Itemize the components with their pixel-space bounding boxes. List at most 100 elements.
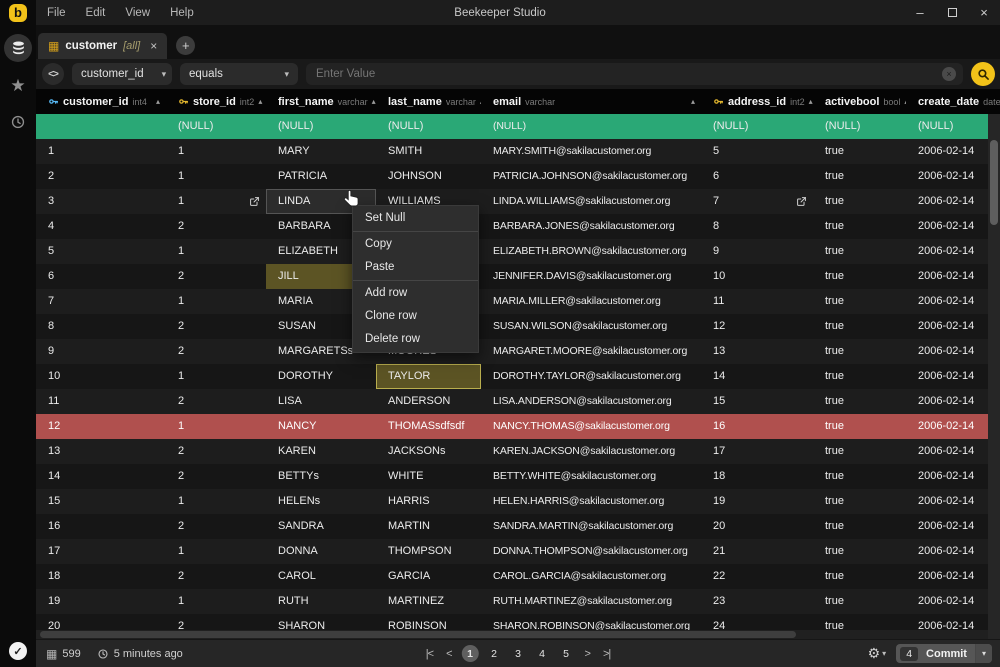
cell-first_name[interactable]: LISA — [266, 389, 376, 414]
cell-create_date[interactable]: 2006-02-14 — [906, 539, 1000, 564]
cell-address_id[interactable]: 19 — [701, 489, 813, 514]
cell-create_date[interactable]: 2006-02-14 — [906, 589, 1000, 614]
cell-store_id[interactable]: 1 — [166, 589, 266, 614]
cell-email[interactable]: LINDA.WILLIAMS@sakilacustomer.org — [481, 189, 701, 214]
cell-customer_id[interactable]: 18 — [36, 564, 166, 589]
expand-cell-icon[interactable] — [249, 196, 260, 207]
cell-first_name[interactable]: RUTH — [266, 589, 376, 614]
cell-email[interactable]: (NULL) — [481, 114, 701, 139]
cell-activebool[interactable]: true — [813, 414, 906, 439]
close-icon[interactable]: × — [968, 0, 1000, 25]
commit-button[interactable]: 4 Commit ▾ — [896, 644, 992, 663]
cell-store_id[interactable]: 1 — [166, 489, 266, 514]
cell-create_date[interactable]: 2006-02-14 — [906, 564, 1000, 589]
cell-last_name[interactable]: TAYLOR — [376, 364, 481, 389]
cell-email[interactable]: CAROL.GARCIA@sakilacustomer.org — [481, 564, 701, 589]
cell-store_id[interactable]: 2 — [166, 339, 266, 364]
cell-first_name[interactable]: DOROTHY — [266, 364, 376, 389]
cell-store_id[interactable]: 2 — [166, 314, 266, 339]
cell-store_id[interactable]: 2 — [166, 514, 266, 539]
cell-create_date[interactable]: 2006-02-14 — [906, 464, 1000, 489]
column-header-activebool[interactable]: activeboolbool▴ — [813, 89, 906, 114]
cell-address_id[interactable]: 16 — [701, 414, 813, 439]
cell-email[interactable]: HELEN.HARRIS@sakilacustomer.org — [481, 489, 701, 514]
page-button-2[interactable]: 2 — [486, 645, 503, 662]
page-button-4[interactable]: 4 — [534, 645, 551, 662]
cell-store_id[interactable]: 2 — [166, 264, 266, 289]
cell-activebool[interactable]: true — [813, 364, 906, 389]
column-header-email[interactable]: emailvarchar▴ — [481, 89, 701, 114]
cell-address_id[interactable]: 11 — [701, 289, 813, 314]
cell-address_id[interactable]: 5 — [701, 139, 813, 164]
prev-page-icon[interactable]: < — [443, 648, 454, 660]
cell-address_id[interactable]: 7 — [701, 189, 813, 214]
cell-create_date[interactable]: 2006-02-14 — [906, 239, 1000, 264]
cell-store_id[interactable]: 2 — [166, 439, 266, 464]
cell-create_date[interactable]: 2006-02-14 — [906, 439, 1000, 464]
cell-create_date[interactable]: 2006-02-14 — [906, 214, 1000, 239]
cell-address_id[interactable]: 9 — [701, 239, 813, 264]
tab-customer[interactable]: ▦ customer [all] × — [38, 33, 167, 59]
cell-activebool[interactable]: true — [813, 189, 906, 214]
page-button-1[interactable]: 1 — [462, 645, 479, 662]
cell-activebool[interactable]: true — [813, 339, 906, 364]
cell-address_id[interactable]: 8 — [701, 214, 813, 239]
cell-email[interactable]: BARBARA.JONES@sakilacustomer.org — [481, 214, 701, 239]
cell-store_id[interactable]: 2 — [166, 564, 266, 589]
cell-first_name[interactable]: MARY — [266, 139, 376, 164]
cell-first_name[interactable]: KAREN — [266, 439, 376, 464]
cell-first_name[interactable]: (NULL) — [266, 114, 376, 139]
cell-customer_id[interactable]: 15 — [36, 489, 166, 514]
sidebar-item-history[interactable] — [4, 108, 32, 136]
cell-email[interactable]: NANCY.THOMAS@sakilacustomer.org — [481, 414, 701, 439]
cell-create_date[interactable]: 2006-02-14 — [906, 189, 1000, 214]
sql-toggle-icon[interactable]: <> — [42, 63, 64, 85]
cell-customer_id[interactable]: 7 — [36, 289, 166, 314]
cell-customer_id[interactable]: 4 — [36, 214, 166, 239]
cell-store_id[interactable]: 2 — [166, 464, 266, 489]
filter-operator-select[interactable]: equals ▾ — [180, 63, 298, 85]
column-header-create_date[interactable]: create_datedate▴ — [906, 89, 1000, 114]
cell-address_id[interactable]: 23 — [701, 589, 813, 614]
cell-store_id[interactable]: 1 — [166, 164, 266, 189]
cell-create_date[interactable]: 2006-02-14 — [906, 514, 1000, 539]
cell-activebool[interactable]: true — [813, 539, 906, 564]
cell-email[interactable]: PATRICIA.JOHNSON@sakilacustomer.org — [481, 164, 701, 189]
cell-email[interactable]: JENNIFER.DAVIS@sakilacustomer.org — [481, 264, 701, 289]
cell-create_date[interactable]: 2006-02-14 — [906, 489, 1000, 514]
minimize-icon[interactable]: – — [904, 0, 936, 25]
cell-first_name[interactable]: BETTYs — [266, 464, 376, 489]
cell-email[interactable]: DOROTHY.TAYLOR@sakilacustomer.org — [481, 364, 701, 389]
cell-address_id[interactable]: 12 — [701, 314, 813, 339]
context-menu-item-paste[interactable]: Paste — [353, 256, 478, 279]
cell-customer_id[interactable]: 11 — [36, 389, 166, 414]
cell-customer_id[interactable]: 6 — [36, 264, 166, 289]
cell-store_id[interactable]: 1 — [166, 364, 266, 389]
cell-store_id[interactable]: 2 — [166, 389, 266, 414]
cell-create_date[interactable]: 2006-02-14 — [906, 314, 1000, 339]
cell-customer_id[interactable]: 9 — [36, 339, 166, 364]
cell-customer_id[interactable]: 17 — [36, 539, 166, 564]
cell-email[interactable]: MARIA.MILLER@sakilacustomer.org — [481, 289, 701, 314]
cell-last_name[interactable]: GARCIA — [376, 564, 481, 589]
cell-first_name[interactable]: SANDRA — [266, 514, 376, 539]
menu-file[interactable]: File — [38, 3, 75, 23]
cell-email[interactable]: SANDRA.MARTIN@sakilacustomer.org — [481, 514, 701, 539]
column-header-customer_id[interactable]: customer_idint4▴ — [36, 89, 166, 114]
cell-address_id[interactable]: 10 — [701, 264, 813, 289]
cell-create_date[interactable]: 2006-02-14 — [906, 139, 1000, 164]
cell-activebool[interactable]: true — [813, 214, 906, 239]
cell-store_id[interactable]: 1 — [166, 139, 266, 164]
cell-create_date[interactable]: 2006-02-14 — [906, 364, 1000, 389]
cell-store_id[interactable]: (NULL) — [166, 114, 266, 139]
cell-activebool[interactable]: true — [813, 139, 906, 164]
cell-address_id[interactable]: 15 — [701, 389, 813, 414]
cell-activebool[interactable]: true — [813, 314, 906, 339]
cell-activebool[interactable]: true — [813, 564, 906, 589]
cell-last_name[interactable]: HARRIS — [376, 489, 481, 514]
cell-customer_id[interactable]: 1 — [36, 139, 166, 164]
cell-first_name[interactable]: NANCY — [266, 414, 376, 439]
sidebar-item-favorites[interactable]: ★ — [4, 71, 32, 99]
horizontal-scrollbar-thumb[interactable] — [40, 631, 796, 638]
cell-last_name[interactable]: MARTIN — [376, 514, 481, 539]
